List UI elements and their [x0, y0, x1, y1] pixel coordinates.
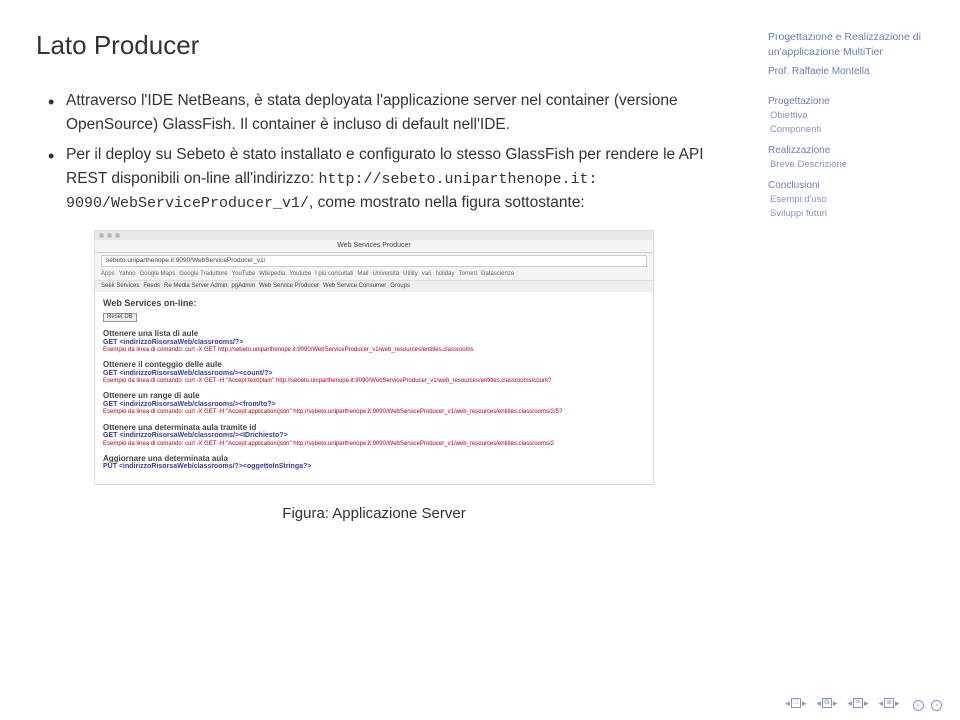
reset-db-button: Reset DB	[103, 313, 137, 322]
endpoint-title: Ottenere una determinata aula tramite id	[103, 423, 645, 433]
nav-subsection-icon: ⧉	[822, 698, 832, 708]
endpoint-title: Aggiornare una determinata aula	[103, 454, 645, 464]
nav-next-icon: ▸	[864, 698, 869, 709]
bookmark-item: Google Traduttore	[179, 271, 227, 278]
page-nav-item: Feeds	[143, 283, 160, 290]
sidebar: Progettazione e Realizzazione di un'appl…	[768, 30, 938, 220]
endpoint-title: Ottenere una lista di aule	[103, 329, 645, 339]
endpoint-title: Ottenere il conteggio delle aule	[103, 360, 645, 370]
page-nav-item: pgAdmin	[231, 283, 255, 290]
window-chrome	[95, 231, 653, 240]
page-nav-item: Seek Services	[101, 283, 139, 290]
nav-back-forward: ‹ ›	[910, 694, 942, 712]
nav-doc-icon: ≣	[884, 698, 894, 708]
nav-prev-icon: ◂	[878, 698, 883, 709]
screenshot-mock: Web Services Producer sebeto.unipartheno…	[94, 230, 654, 485]
sidebar-title: Progettazione e Realizzazione di un'appl…	[768, 30, 938, 59]
page-nav-item: Web Service Producer	[259, 283, 319, 290]
beamer-nav-footer: ◂□▸ ◂⧉▸ ◂≡▸ ◂≣▸ ‹ ›	[785, 694, 942, 712]
figure-caption: Figura: Applicazione Server	[94, 505, 654, 522]
nav-back-icon: ‹	[913, 700, 924, 711]
sidebar-subsection: Sviluppi futuri	[770, 207, 938, 220]
endpoint-block: Aggiornare una determinata aulaPUT <indi…	[103, 454, 645, 472]
endpoint-cmd: Esempio da linea di comando: curl -X GET…	[103, 441, 645, 448]
bullet-2-post: , come mostrato nella figura sottostante…	[309, 194, 585, 211]
endpoint-title: Ottenere un range di aule	[103, 391, 645, 401]
nav-prev-icon: ◂	[816, 698, 821, 709]
bookmark-item: vari	[422, 271, 432, 278]
traffic-light-icon	[99, 233, 104, 238]
browser-tab-title: Web Services Producer	[95, 240, 653, 253]
address-bar: sebeto.uniparthenope.it:9090/WebServiceP…	[101, 255, 647, 267]
bookmark-item: Università	[372, 271, 399, 278]
page-nav-tabs: Seek Services Feeds Re Media Server Admin p…	[95, 281, 653, 292]
endpoint-cmd: Esempio da linea di comando: curl -X GET…	[103, 409, 645, 416]
bookmark-item: Youtube	[289, 271, 311, 278]
bookmark-item: Datascienze	[481, 271, 514, 278]
bookmark-item: Google Maps	[140, 271, 176, 278]
nav-section-icon: ≡	[853, 698, 863, 708]
bookmark-item: Yahoo	[119, 271, 136, 278]
endpoint-method: GET <indirizzoRisorsaWeb/classrooms/?>	[103, 339, 645, 347]
sidebar-section: Realizzazione	[768, 144, 938, 158]
slide-title: Lato Producer	[36, 30, 736, 61]
bookmark-item: Torrent	[458, 271, 477, 278]
page-heading: Web Services on-line:	[103, 298, 645, 309]
nav-next-icon: ▸	[833, 698, 838, 709]
bookmark-item: I più consultati	[315, 271, 353, 278]
bookmark-item: Wikipedia	[259, 271, 285, 278]
bullet-1: Attraverso l'IDE NetBeans, è stata deplo…	[66, 89, 736, 137]
sidebar-subsection: Esempi d'uso	[770, 193, 938, 206]
endpoint-block: Ottenere una lista di auleGET <indirizzo…	[103, 329, 645, 354]
page-nav-item: Web Service Consumer	[323, 283, 386, 290]
bookmark-item: Mail	[357, 271, 368, 278]
endpoint-cmd: Esempio da linea di comando: curl -X GET…	[103, 347, 645, 354]
endpoint-method: GET <indirizzoRisorsaWeb/classrooms/><co…	[103, 370, 645, 378]
bookmark-item: holiday	[435, 271, 454, 278]
sidebar-author: Prof. Raffaele Montella	[768, 65, 938, 79]
nav-prev-icon: ◂	[847, 698, 852, 709]
bookmark-item: Apps	[101, 271, 115, 278]
nav-next-icon: ▸	[802, 698, 807, 709]
endpoint-cmd: Esempio da linea di comando: curl -X GET…	[103, 378, 645, 385]
figure-container: Web Services Producer sebeto.unipartheno…	[94, 230, 654, 522]
nav-frame-icon: □	[791, 698, 801, 708]
endpoint-method: GET <indirizzoRisorsaWeb/classrooms/><ID…	[103, 432, 645, 440]
nav-next-icon: ▸	[895, 698, 900, 709]
traffic-light-icon	[115, 233, 120, 238]
sidebar-subsection: Componenti	[770, 123, 938, 136]
endpoint-block: Ottenere un range di auleGET <indirizzoR…	[103, 391, 645, 416]
endpoint-block: Ottenere il conteggio delle auleGET <ind…	[103, 360, 645, 385]
sidebar-subsection: Obiettivo	[770, 109, 938, 122]
nav-prev-icon: ◂	[785, 698, 790, 709]
bullet-2: Per il deploy su Sebeto è stato installa…	[66, 143, 736, 216]
bullet-2-code1: http://sebeto.uniparthenope.it:	[319, 171, 598, 188]
sidebar-section: Conclusioni	[768, 179, 938, 193]
sidebar-subsection: Breve Descrizione	[770, 158, 938, 171]
bookmarks-bar: Apps Yahoo Google MapsGoogle Traduttore You…	[95, 269, 653, 281]
endpoint-method: GET <indirizzoRisorsaWeb/classrooms/><fr…	[103, 401, 645, 409]
bookmark-item: YouTube	[232, 271, 256, 278]
page-nav-item: Re Media Server Admin	[164, 283, 227, 290]
bookmark-item: Utility	[403, 271, 418, 278]
endpoint-method: PUT <indirizzoRisorsaWeb/classrooms/?><o…	[103, 463, 645, 471]
traffic-light-icon	[107, 233, 112, 238]
sidebar-section: Progettazione	[768, 95, 938, 109]
page-nav-item: Groups	[390, 283, 410, 290]
endpoint-block: Ottenere una determinata aula tramite id…	[103, 423, 645, 448]
bullet-2-code2: 9090/WebServiceProducer_v1/	[66, 195, 309, 212]
nav-forward-icon: ›	[931, 700, 942, 711]
